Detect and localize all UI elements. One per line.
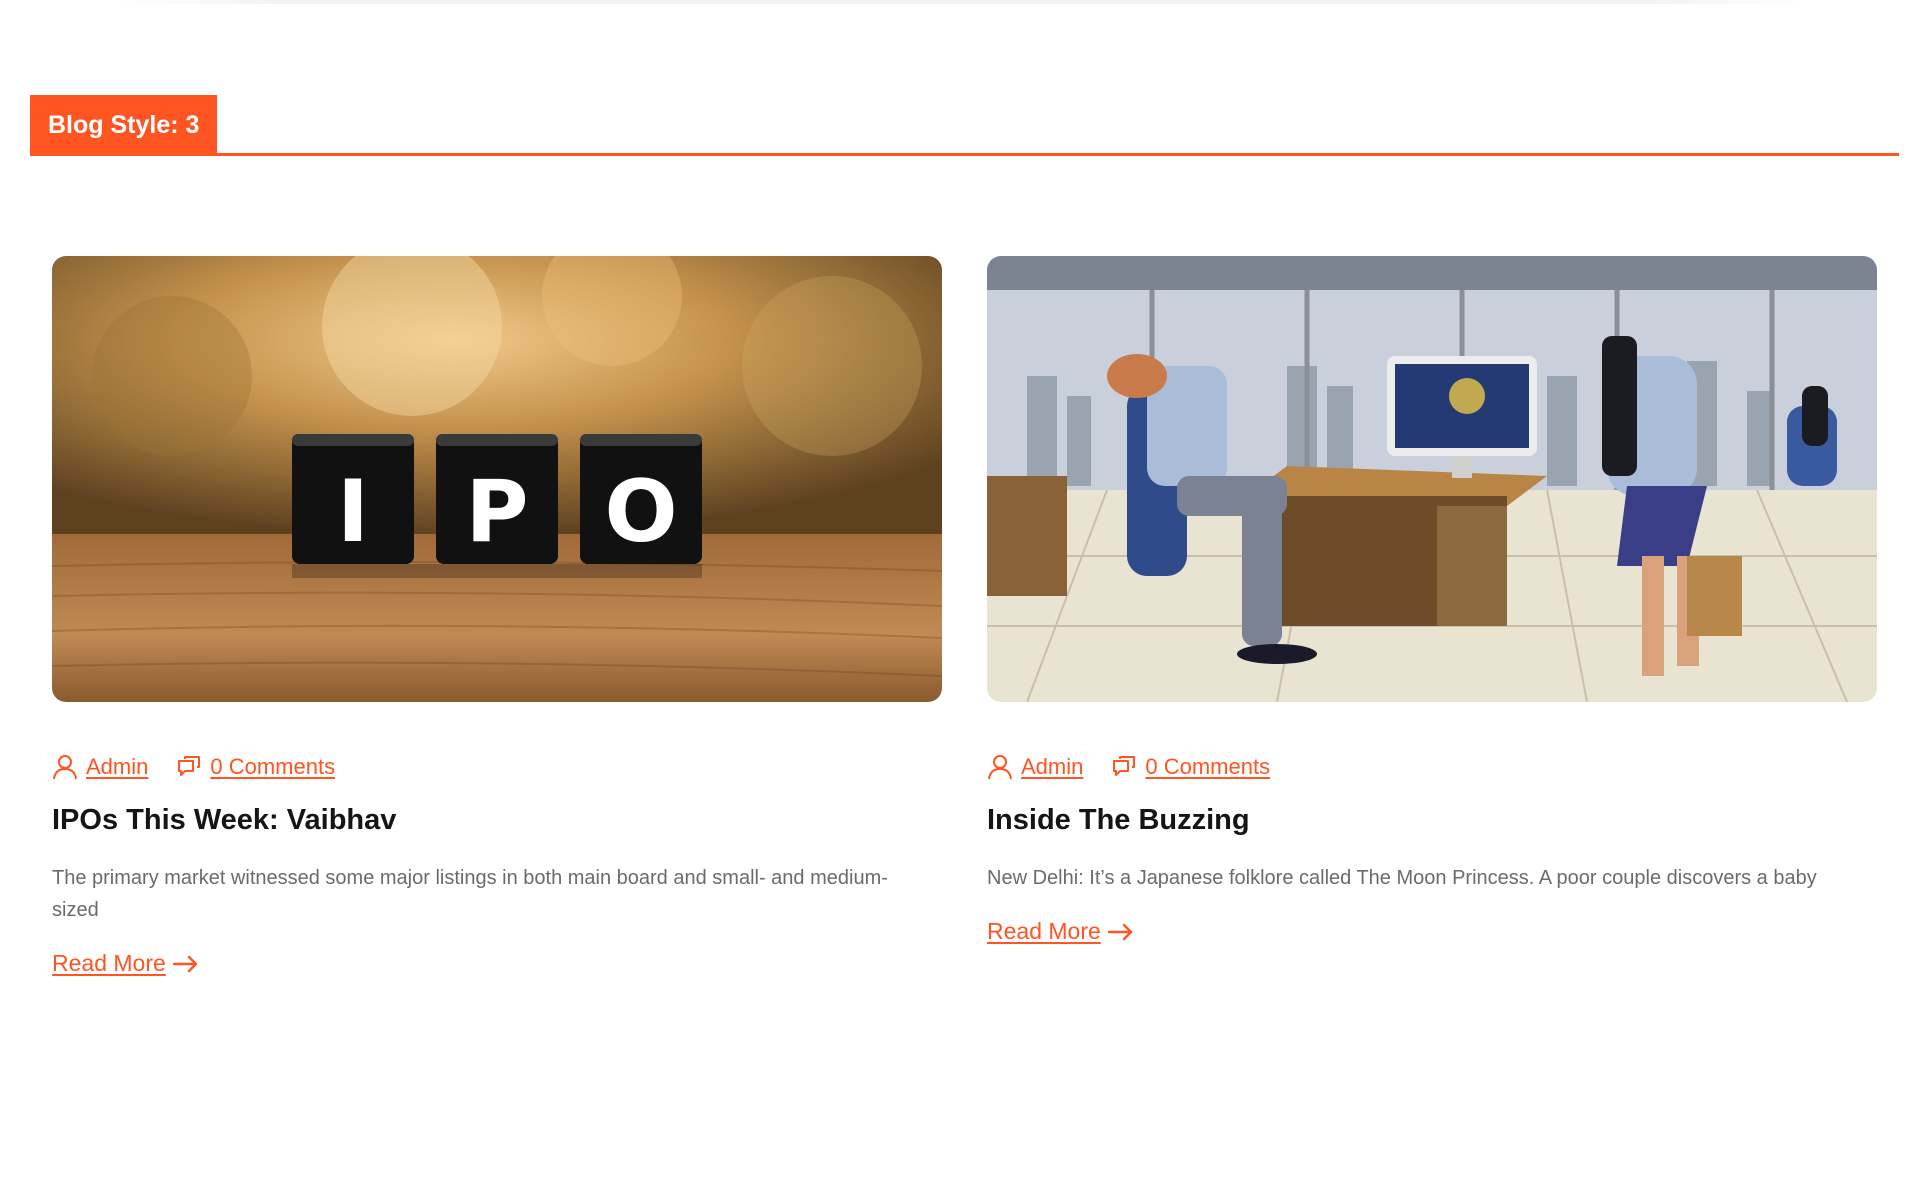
read-more-label: Read More (987, 918, 1101, 944)
read-more-link[interactable]: Read More (987, 918, 1135, 945)
office-illustration-image (987, 256, 1877, 702)
post-thumbnail[interactable]: IPO (52, 256, 942, 702)
comments-link[interactable]: 0 Comments (210, 754, 335, 780)
post-meta: Admin 0 Comments (987, 752, 1877, 782)
post-title[interactable]: IPOs This Week: Vaibhav (52, 800, 942, 840)
blog-card: IPO Admin 0 Comments IPOs This Week: Vai… (52, 256, 942, 977)
read-more-link[interactable]: Read More (52, 950, 200, 977)
user-icon (53, 755, 77, 780)
comments-icon (178, 756, 201, 776)
comments-meta: 0 Comments (176, 754, 335, 780)
read-more-label: Read More (52, 950, 166, 976)
user-icon (988, 755, 1012, 780)
post-excerpt: New Delhi: It’s a Japanese folklore call… (987, 867, 1817, 889)
top-divider (118, 0, 1808, 4)
author-meta: Admin (987, 754, 1083, 780)
post-excerpt: The primary market witnessed some major … (52, 867, 888, 921)
arrow-right-icon (1107, 923, 1132, 940)
arrow-right-icon (172, 955, 197, 972)
section-title: Blog Style: 3 (30, 95, 218, 155)
post-meta: Admin 0 Comments (52, 752, 942, 782)
comments-icon (1113, 756, 1136, 776)
ipo-blocks-image: IPO (52, 256, 942, 702)
section-divider (30, 153, 1899, 156)
author-link[interactable]: Admin (1021, 754, 1083, 780)
section-header: Blog Style: 3 (30, 95, 1899, 157)
blog-card: Admin 0 Comments Inside The Buzzing New … (987, 256, 1877, 945)
blog-section-page: Blog Style: 3 I P O Admin 0 Comments IPO… (0, 0, 1930, 1200)
post-thumbnail[interactable] (987, 256, 1877, 702)
author-link[interactable]: Admin (86, 754, 148, 780)
comments-meta: 0 Comments (1111, 754, 1270, 780)
post-title[interactable]: Inside The Buzzing (987, 800, 1877, 840)
comments-link[interactable]: 0 Comments (1145, 754, 1270, 780)
author-meta: Admin (52, 754, 148, 780)
